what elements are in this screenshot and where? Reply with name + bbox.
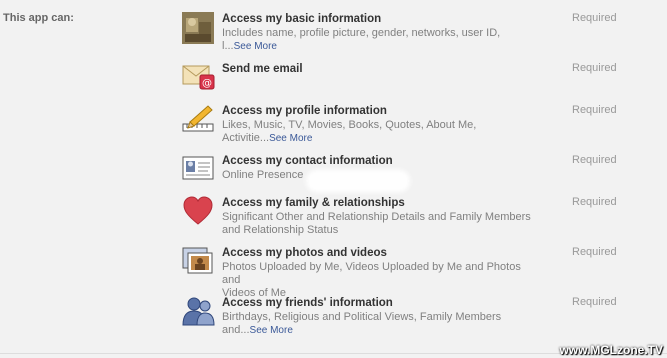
permission-description: Significant Other and Relationship Detai… <box>222 211 531 223</box>
see-more-link[interactable]: See More <box>250 325 293 336</box>
permission-description: Photos Uploaded by Me, Videos Uploaded b… <box>222 261 521 286</box>
required-label: Required <box>572 154 617 166</box>
permission-description: Birthdays, Religious and Political Views… <box>222 311 502 323</box>
permission-title: Access my basic information <box>222 13 382 25</box>
watermark: www.MGLzone.TV <box>559 343 663 357</box>
see-more-link[interactable]: See More <box>234 41 277 52</box>
photos-icon <box>182 246 216 280</box>
permission-title: Access my friends' information <box>222 297 393 309</box>
permission-description-cont: l... <box>222 40 234 52</box>
friends-icon <box>182 296 216 330</box>
permissions-label: This app can: <box>3 12 74 24</box>
smudge-overlay <box>306 170 410 192</box>
heart-icon <box>182 196 216 230</box>
permission-description: Likes, Music, TV, Movies, Books, Quotes,… <box>222 119 477 131</box>
permission-title: Access my profile information <box>222 105 387 117</box>
required-label: Required <box>572 246 617 258</box>
email-icon: @ <box>182 62 216 96</box>
permission-title: Access my family & relationships <box>222 197 405 209</box>
permission-title: Send me email <box>222 63 303 75</box>
see-more-link[interactable]: See More <box>269 133 312 144</box>
required-label: Required <box>572 296 617 308</box>
required-label: Required <box>572 12 617 24</box>
required-label: Required <box>572 196 617 208</box>
permission-description: Includes name, profile picture, gender, … <box>222 27 501 39</box>
permission-description-cont: and... <box>222 324 250 336</box>
required-label: Required <box>572 104 617 116</box>
permission-title: Access my photos and videos <box>222 247 387 259</box>
required-label: Required <box>572 62 617 74</box>
contact-card-icon <box>182 154 216 188</box>
svg-text:@: @ <box>202 78 212 89</box>
profile-photo-icon <box>182 12 216 46</box>
permission-description-cont: and Relationship Status <box>222 224 339 236</box>
pencil-ruler-icon <box>182 104 216 138</box>
permission-title: Access my contact information <box>222 155 393 167</box>
permission-description-cont: Activitie... <box>222 132 270 144</box>
